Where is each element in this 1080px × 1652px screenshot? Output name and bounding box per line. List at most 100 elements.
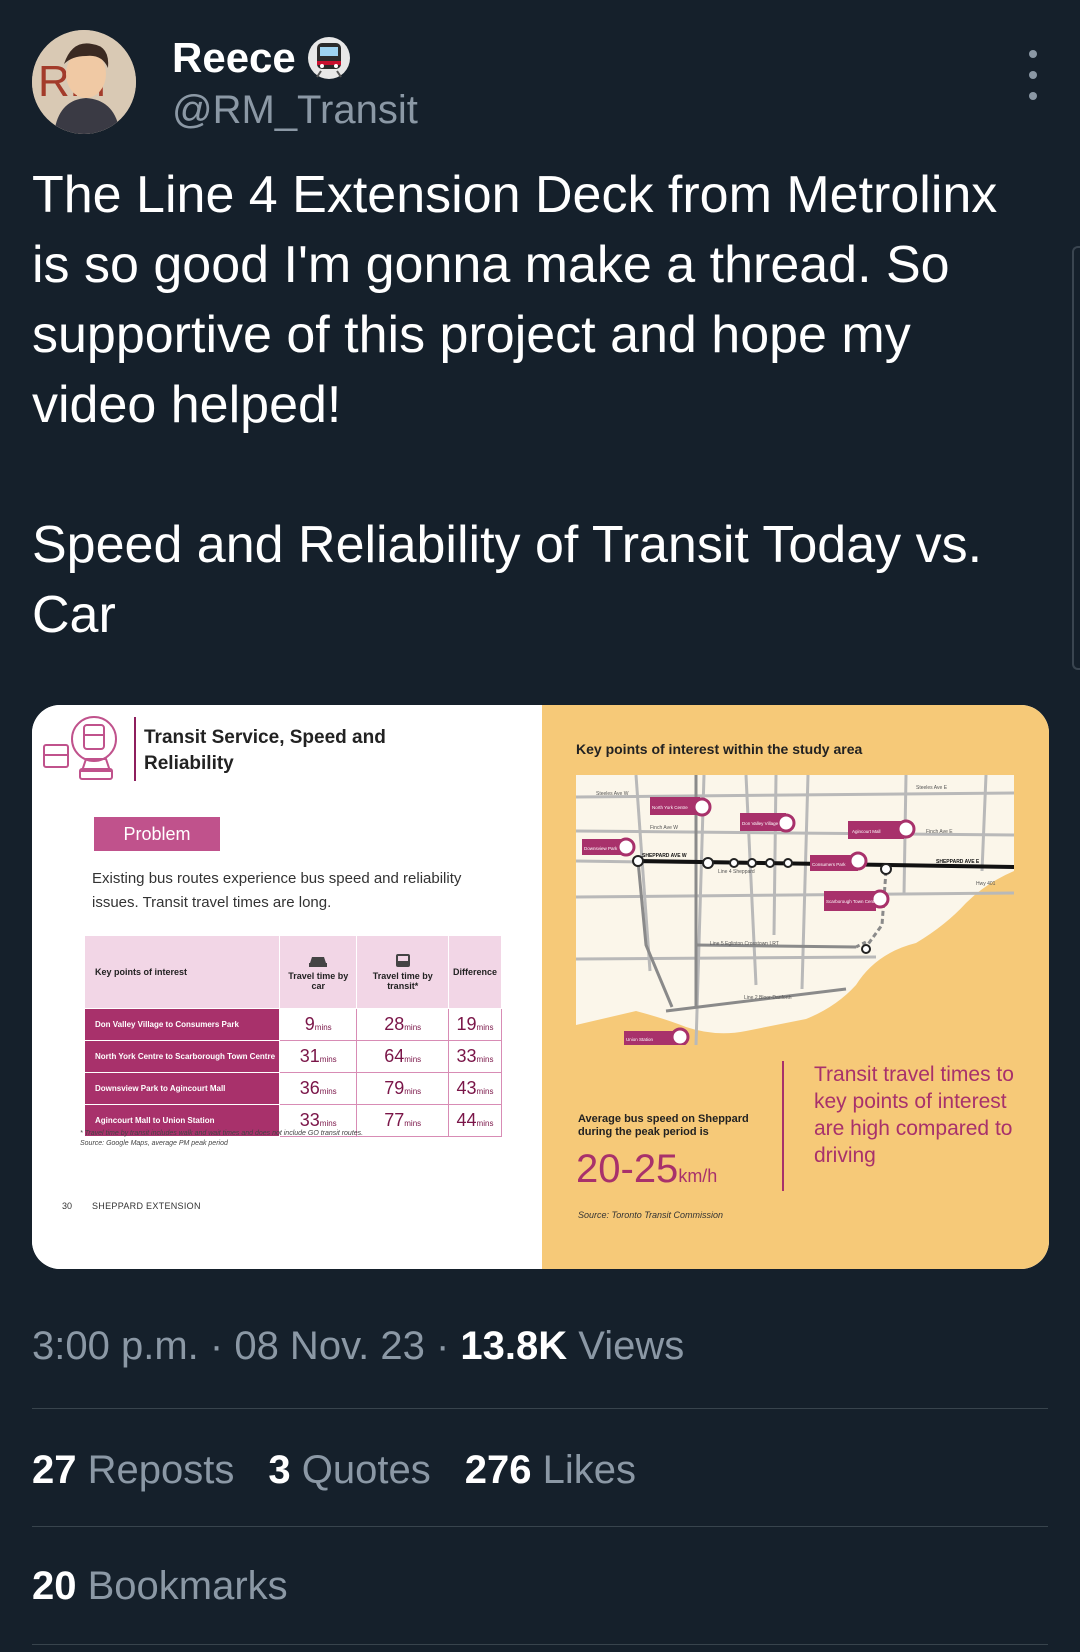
map-label-sheppard-e: SHEPPARD AVE E <box>936 859 980 865</box>
map-label-steeles-e: Steeles Ave E <box>916 785 948 791</box>
reposts-count: 27 <box>32 1448 77 1492</box>
study-area-map: Steeles Ave W Steeles Ave E Finch Ave W … <box>576 775 1014 1045</box>
unit: mins <box>319 1119 337 1128</box>
row-transit: 64mins <box>356 1040 449 1073</box>
tweet-date[interactable]: 08 Nov. 23 <box>234 1324 425 1368</box>
slide-right-panel: Key points of interest within the study … <box>542 705 1049 1269</box>
table-header-row: Key points of interest Travel time by ca… <box>84 935 503 1009</box>
row-route: North York Centre to Scarborough Town Ce… <box>84 1040 280 1073</box>
table-row: North York Centre to Scarborough Town Ce… <box>84 1040 503 1073</box>
poi-label-consumers: Consumers Park <box>812 862 846 867</box>
unit: mins <box>476 1055 494 1064</box>
tweet-header: RM Reece @RM_Transit <box>32 30 1048 140</box>
map-label-line5: Line 5 Eglinton Crosstown LRT <box>710 941 779 947</box>
header-transit-label: Travel time by transit* <box>372 971 433 991</box>
tweet-image[interactable]: Transit Service, Speed and Reliability P… <box>32 705 1049 1269</box>
status-area <box>0 0 1080 8</box>
scroll-indicator[interactable] <box>1072 246 1080 670</box>
divider <box>32 1526 1048 1527</box>
poi-label-union: Union Station <box>626 1037 654 1042</box>
row-transit: 79mins <box>356 1072 449 1105</box>
author-name[interactable]: Reece <box>172 34 296 82</box>
likes-stat[interactable]: 276 Likes <box>465 1448 636 1493</box>
poi-label-north-york: North York Centre <box>652 805 688 810</box>
map-title: Key points of interest within the study … <box>576 741 863 757</box>
header-key-points: Key points of interest <box>84 935 280 1009</box>
poi-label-agincourt: Agincourt Mall <box>852 829 881 834</box>
map-label-finch-w: Finch Ave W <box>650 825 678 831</box>
value-car: 36 <box>299 1078 320 1098</box>
unit: mins <box>476 1023 494 1032</box>
views-label: Views <box>578 1324 685 1368</box>
map-label-steeles-w: Steeles Ave W <box>596 791 629 797</box>
unit: mins <box>319 1087 337 1096</box>
tweet-text: The Line 4 Extension Deck from Metrolinx… <box>32 166 998 644</box>
header-difference: Difference <box>447 935 503 1009</box>
title-divider <box>134 717 136 781</box>
map-label-line2: Line 2 Bloor-Danforth <box>744 995 792 1001</box>
row-diff: 19mins <box>447 1008 503 1041</box>
value-transit: 64 <box>384 1046 405 1066</box>
speed-value-row: 20-25km/h <box>576 1147 717 1192</box>
slide-left-panel: Transit Service, Speed and Reliability P… <box>32 705 542 1269</box>
row-diff: 33mins <box>447 1040 503 1073</box>
tweet-time[interactable]: 3:00 p.m. <box>32 1324 199 1368</box>
value-car: 33 <box>299 1110 320 1130</box>
map-label-finch-e: Finch Ave E <box>926 829 953 835</box>
table-footnote: * Travel time by transit includes walk a… <box>80 1129 500 1149</box>
car-icon <box>309 957 328 967</box>
value-diff: 33 <box>456 1046 477 1066</box>
engagement-stats: 27 Reposts 3 Quotes 276 Likes <box>32 1448 636 1493</box>
avatar-portrait-icon: RM <box>32 30 136 134</box>
bookmarks-label: Bookmarks <box>87 1564 288 1608</box>
poi-label-downsview: Downsview Park <box>584 846 618 851</box>
problem-badge: Problem <box>94 817 220 851</box>
row-car: 31mins <box>278 1040 358 1073</box>
header-car: Travel time by car <box>278 935 358 1009</box>
row-car: 9mins <box>278 1008 358 1041</box>
quotes-label: Quotes <box>301 1448 431 1492</box>
speed-unit: km/h <box>678 1166 718 1186</box>
page-footer-title: SHEPPARD EXTENSION <box>92 1201 201 1211</box>
bookmarks-count: 20 <box>32 1564 77 1608</box>
footnote-text: * Travel time by transit includes walk a… <box>80 1130 364 1137</box>
row-transit: 28mins <box>356 1008 449 1041</box>
likes-count: 276 <box>464 1448 532 1492</box>
quotes-count: 3 <box>268 1448 291 1492</box>
unit: mins <box>404 1055 422 1064</box>
transit-vehicles-icon <box>43 716 117 780</box>
map-source: Source: Toronto Transit Commission <box>578 1210 724 1220</box>
unit: mins <box>314 1023 332 1032</box>
unit: mins <box>404 1087 422 1096</box>
value-car: 9 <box>304 1014 315 1034</box>
speed-label: Average bus speed on Sheppard during the… <box>578 1113 749 1138</box>
row-diff: 43mins <box>447 1072 503 1105</box>
reposts-stat[interactable]: 27 Reposts <box>32 1448 234 1493</box>
unit: mins <box>404 1119 422 1128</box>
table-row: Don Valley Village to Consumers Park 9mi… <box>84 1008 503 1041</box>
bookmarks-stat[interactable]: 20 Bookmarks <box>32 1564 288 1609</box>
more-options-icon[interactable] <box>1018 50 1048 100</box>
subway-train-icon <box>307 37 350 79</box>
slide-title: Transit Service, Speed and Reliability <box>144 727 386 774</box>
divider <box>32 1644 1048 1645</box>
views-count: 13.8K <box>460 1324 568 1368</box>
bus-icon <box>395 954 410 967</box>
page-number: 30 <box>62 1201 73 1211</box>
author-handle[interactable]: @RM_Transit <box>172 88 418 133</box>
speed-value: 20-25 <box>576 1147 679 1191</box>
row-car: 36mins <box>278 1072 358 1105</box>
value-diff: 44 <box>456 1110 477 1130</box>
quotes-stat[interactable]: 3 Quotes <box>268 1448 430 1493</box>
unit: mins <box>476 1087 494 1096</box>
map-label-hwy401: Hwy 401 <box>976 881 996 887</box>
value-diff: 43 <box>456 1078 477 1098</box>
map-label-sheppard-w: SHEPPARD AVE W <box>642 853 687 859</box>
map-label-line4: Line 4 Sheppard <box>718 869 755 875</box>
value-transit: 28 <box>384 1014 405 1034</box>
avatar[interactable]: RM <box>32 30 136 134</box>
header-transit: Travel time by transit* <box>356 935 449 1009</box>
footnote-source: Source: Google Maps, average PM peak per… <box>80 1140 228 1147</box>
divider <box>32 1408 1048 1409</box>
poi-label-scarborough: Scarborough Town Centre <box>826 899 879 904</box>
